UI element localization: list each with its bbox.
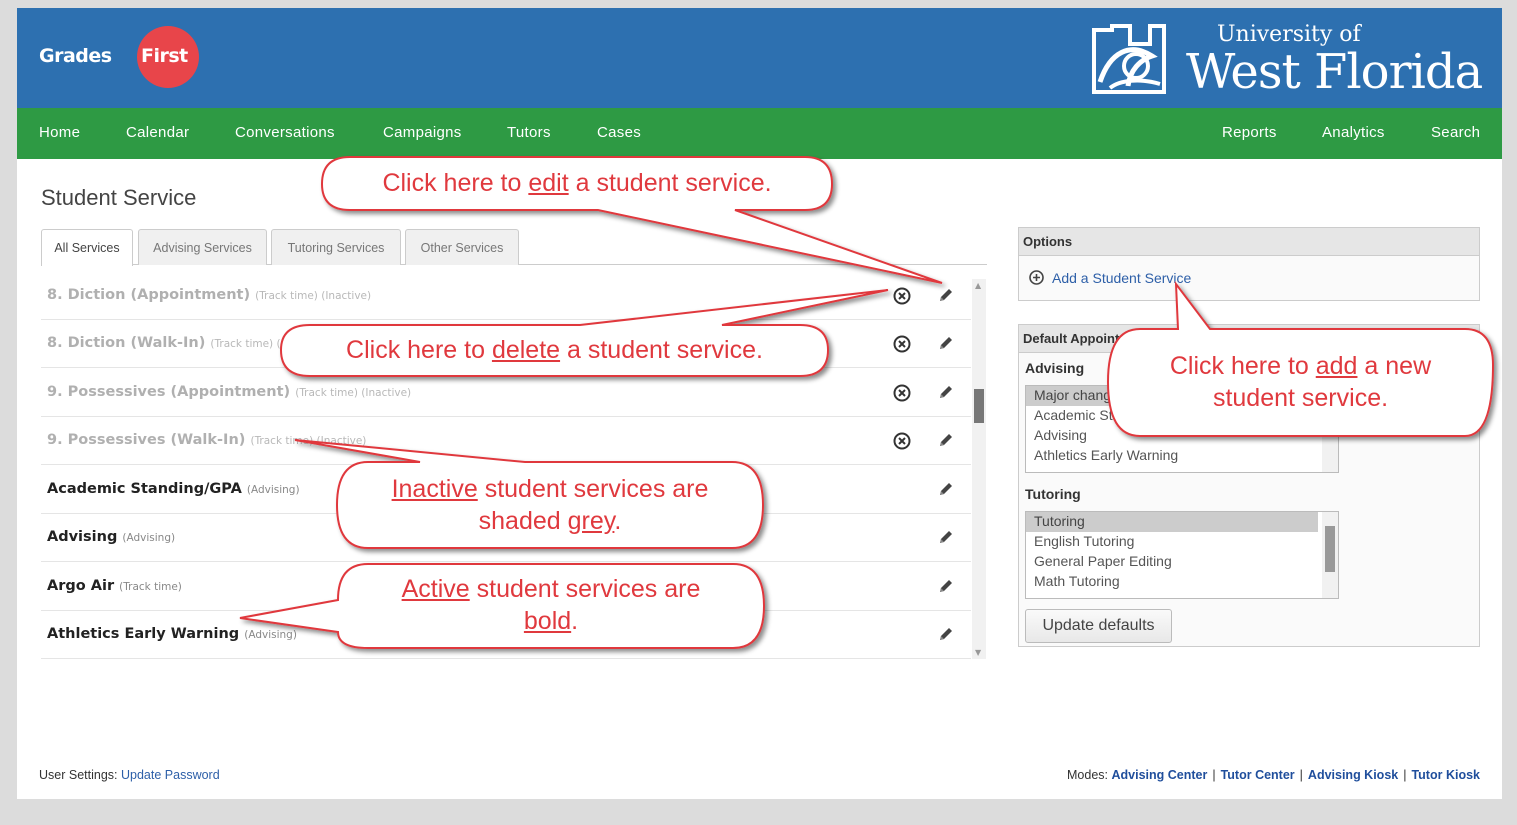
listbox-option[interactable]: Athletics Early Warning bbox=[1026, 446, 1318, 466]
callout-delete-text: Click here to delete a student service. bbox=[346, 336, 763, 364]
nav-cases[interactable]: Cases bbox=[597, 124, 641, 141]
service-name: Argo Air (Track time) bbox=[47, 578, 182, 594]
nav-tutors[interactable]: Tutors bbox=[507, 124, 551, 141]
update-defaults-button[interactable]: Update defaults bbox=[1025, 609, 1172, 643]
service-row: 8. Diction (Appointment) (Track time) (I… bbox=[41, 272, 971, 320]
pencil-icon[interactable] bbox=[937, 528, 955, 546]
app-window: Grades First University of West Florida … bbox=[0, 0, 1517, 825]
listbox-option[interactable]: Math Tutoring bbox=[1026, 572, 1318, 592]
add-student-service-link[interactable]: Add a Student Service bbox=[1029, 270, 1191, 286]
service-meta: (Advising) bbox=[122, 532, 176, 544]
service-row: 9. Possessives (Appointment) (Track time… bbox=[41, 369, 971, 417]
scroll-thumb[interactable] bbox=[974, 389, 984, 423]
service-name: 9. Possessives (Appointment) (Track time… bbox=[47, 384, 412, 400]
pencil-icon[interactable] bbox=[937, 577, 955, 595]
service-name: Advising (Advising) bbox=[47, 529, 176, 545]
delete-icon[interactable] bbox=[893, 432, 911, 450]
service-meta: (Track time) (Inactive) bbox=[250, 435, 367, 447]
listbox-option[interactable]: Tutoring bbox=[1026, 512, 1318, 532]
user-settings-label: User Settings: bbox=[39, 768, 118, 782]
uwf-emblem-icon bbox=[1092, 24, 1166, 94]
listbox-option[interactable]: Advising bbox=[1026, 426, 1318, 446]
listbox-scrollbar[interactable] bbox=[1322, 512, 1338, 598]
advising-label: Advising bbox=[1025, 360, 1085, 376]
pencil-icon[interactable] bbox=[937, 480, 955, 498]
callout-add-text: Click here to add a new student service. bbox=[1169, 352, 1432, 412]
options-header: Options bbox=[1019, 228, 1479, 256]
options-panel: Options Add a Student Service bbox=[1018, 227, 1480, 301]
pencil-icon[interactable] bbox=[937, 286, 955, 304]
nav-reports[interactable]: Reports bbox=[1222, 124, 1277, 141]
tutoring-label: Tutoring bbox=[1025, 486, 1081, 502]
default-appointment-header: Default Appointment bbox=[1019, 325, 1479, 353]
mode-tutor-kiosk-link[interactable]: Tutor Kiosk bbox=[1411, 768, 1480, 782]
mode-tutor-center-link[interactable]: Tutor Center bbox=[1221, 768, 1295, 782]
pencil-icon[interactable] bbox=[937, 383, 955, 401]
tab-advising-services[interactable]: Advising Services bbox=[138, 229, 267, 265]
delete-icon[interactable] bbox=[893, 287, 911, 305]
delete-icon[interactable] bbox=[893, 335, 911, 353]
header-bar: Grades First University of West Florida bbox=[17, 8, 1502, 108]
nav-search[interactable]: Search bbox=[1431, 124, 1480, 141]
services-scrollbar[interactable]: ▲ ▼ bbox=[972, 279, 986, 659]
service-meta: (Advising) bbox=[246, 484, 300, 496]
nav-home[interactable]: Home bbox=[39, 124, 80, 141]
service-meta: (Track time) (Inactive) bbox=[295, 387, 412, 399]
update-password-link[interactable]: Update Password bbox=[121, 768, 220, 782]
pencil-icon[interactable] bbox=[937, 625, 955, 643]
pencil-icon[interactable] bbox=[937, 334, 955, 352]
service-meta: (Advising) bbox=[244, 629, 297, 641]
delete-icon[interactable] bbox=[893, 384, 911, 402]
service-name: Academic Standing/GPA (Advising) bbox=[47, 481, 300, 497]
logo-text-grades: Grades bbox=[39, 45, 112, 67]
uwf-logo: University of West Florida bbox=[1090, 20, 1490, 100]
page-title: Student Service bbox=[41, 185, 197, 210]
footer-user-settings: User Settings: Update Password bbox=[39, 768, 220, 782]
callout-inactive-text: Inactive student services are shaded grey… bbox=[391, 475, 709, 535]
tutoring-listbox[interactable]: Tutoring English Tutoring General Paper … bbox=[1025, 511, 1339, 599]
service-meta: (Track time) bbox=[119, 581, 182, 593]
add-student-service-label: Add a Student Service bbox=[1052, 270, 1192, 286]
plus-circle-icon bbox=[1029, 270, 1044, 285]
service-name: 8. Diction (Appointment) (Track time) (I… bbox=[47, 287, 372, 303]
service-name: 9. Possessives (Walk-In) (Track time) (I… bbox=[47, 432, 367, 448]
listbox-option[interactable]: General Paper Editing bbox=[1026, 552, 1318, 572]
nav-analytics[interactable]: Analytics bbox=[1322, 124, 1385, 141]
listbox-option[interactable]: English Tutoring bbox=[1026, 532, 1318, 552]
main-nav: Home Calendar Conversations Campaigns Tu… bbox=[17, 108, 1502, 159]
tab-other-services[interactable]: Other Services bbox=[405, 229, 519, 265]
tab-all-services[interactable]: All Services bbox=[41, 229, 133, 266]
scroll-down-icon[interactable]: ▼ bbox=[975, 648, 981, 657]
scroll-up-icon[interactable]: ▲ bbox=[975, 281, 981, 290]
listbox-scroll-thumb[interactable] bbox=[1325, 526, 1335, 572]
uwf-line-2: West Florida bbox=[1186, 44, 1483, 100]
service-row: 9. Possessives (Walk-In) (Track time) (I… bbox=[41, 417, 971, 465]
footer-modes: Modes: Advising Center | Tutor Center | Advi… bbox=[1067, 768, 1480, 782]
callout-edit-text: Click here to edit a student service. bbox=[382, 169, 772, 197]
service-tabs: All Services Advising Services Tutoring … bbox=[41, 229, 987, 266]
logo-text-first: First bbox=[141, 45, 188, 67]
tab-tutoring-services[interactable]: Tutoring Services bbox=[271, 229, 401, 265]
modes-label: Modes: bbox=[1067, 768, 1108, 782]
service-name: Athletics Early Warning (Advising) bbox=[47, 626, 297, 642]
mode-advising-center-link[interactable]: Advising Center bbox=[1111, 768, 1207, 782]
pencil-icon[interactable] bbox=[937, 431, 955, 449]
mode-advising-kiosk-link[interactable]: Advising Kiosk bbox=[1308, 768, 1398, 782]
nav-campaigns[interactable]: Campaigns bbox=[383, 124, 462, 141]
nav-calendar[interactable]: Calendar bbox=[126, 124, 189, 141]
service-meta: (Track time) (Inactive) bbox=[255, 290, 372, 302]
nav-conversations[interactable]: Conversations bbox=[235, 124, 335, 141]
callout-active-text: Active student services are bold. bbox=[401, 575, 701, 635]
